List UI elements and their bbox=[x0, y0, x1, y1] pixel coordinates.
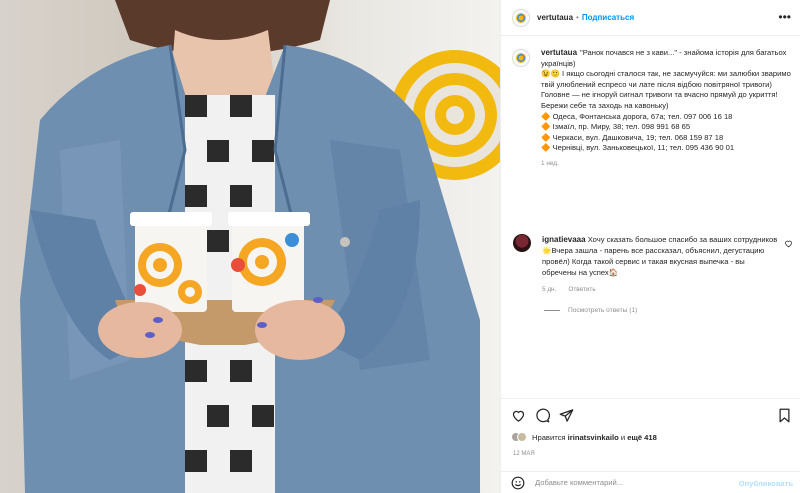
commenter-avatar[interactable] bbox=[513, 234, 531, 252]
comment-item: ignatievaaa Хочу сказать большое спасибо… bbox=[513, 234, 797, 295]
caption-line: Бережи себе та заходь на кавоньку) bbox=[541, 100, 669, 110]
likes-count[interactable]: ещё 418 bbox=[627, 433, 657, 442]
comment-timestamp: 5 дн. bbox=[542, 286, 557, 293]
comment-meta: 5 дн. Ответить bbox=[542, 284, 780, 295]
post-caption: vertutaua "Ранок почався не з кави..." - … bbox=[513, 48, 797, 170]
view-replies-button[interactable]: Посмотреть ответы (1) bbox=[544, 307, 637, 314]
add-comment-bar: Опубликовать bbox=[501, 471, 800, 493]
post-photo-illustration bbox=[20, 0, 500, 493]
liker-avatar bbox=[517, 432, 527, 442]
separator-dot: • bbox=[576, 13, 579, 22]
caption-timestamp: 1 нед. bbox=[541, 159, 559, 167]
post-date: 12 мая bbox=[513, 451, 535, 457]
more-options-icon[interactable]: ••• bbox=[778, 10, 791, 24]
commenter-username[interactable]: ignatievaaa bbox=[542, 235, 586, 244]
caption-line: Головне — не ігноруй сигнал тривоги та в… bbox=[541, 90, 778, 100]
likes-conjunction: и bbox=[620, 432, 626, 442]
author-avatar[interactable] bbox=[513, 9, 529, 26]
post-header: vertutaua • Подписаться ••• bbox=[501, 0, 800, 36]
caption-line: 🔶 Ізмаїл, пр. Миру, 38; тел. 098 991 68 … bbox=[541, 122, 691, 132]
comment-body: ignatievaaa Хочу сказать большое спасибо… bbox=[542, 234, 780, 295]
instagram-post: vertutaua • Подписаться ••• vertutaua "Ра… bbox=[0, 0, 800, 493]
author-username[interactable]: vertutaua bbox=[537, 13, 573, 22]
caption-line: 😉🙂 І якщо сьогодні сталося так, не засму… bbox=[541, 69, 793, 89]
caption-line: "Ранок почався не з кави..." - знайома і… bbox=[541, 48, 789, 68]
share-icon[interactable] bbox=[559, 408, 574, 423]
caption-username[interactable]: vertutaua bbox=[541, 48, 577, 57]
caption-line: 🔶 Черкаси, вул. Дашковича, 19; тел. 068 … bbox=[541, 132, 724, 142]
post-image[interactable] bbox=[0, 0, 500, 493]
post-actions-bar bbox=[501, 398, 800, 433]
follow-button[interactable]: Подписаться bbox=[582, 13, 634, 22]
reply-button[interactable]: Ответить bbox=[568, 286, 595, 293]
view-replies-label: Посмотреть ответы (1) bbox=[568, 307, 638, 314]
caption-line: 🔶 Одеса, Фонтанська дорога, 67а; тел. 09… bbox=[541, 111, 733, 121]
comment-like-heart-icon[interactable] bbox=[784, 239, 793, 248]
post-side-panel: vertutaua • Подписаться ••• vertutaua "Ра… bbox=[500, 0, 800, 493]
likes-summary[interactable]: Нравится irinatsvinkailo и ещё 418 bbox=[511, 432, 657, 442]
likes-prefix: Нравится bbox=[532, 432, 566, 442]
replies-divider bbox=[544, 310, 560, 311]
comment-icon[interactable] bbox=[535, 408, 550, 423]
publish-button[interactable]: Опубликовать bbox=[739, 479, 793, 488]
emoji-icon[interactable] bbox=[511, 476, 525, 490]
add-comment-input[interactable] bbox=[535, 478, 725, 487]
caption-line: 🔶 Чернівці, вул. Заньковецької, 11; тел.… bbox=[541, 143, 735, 153]
caption-text: vertutaua "Ранок почався не з кави..." - … bbox=[541, 48, 791, 170]
caption-avatar[interactable] bbox=[513, 50, 529, 66]
bookmark-icon[interactable] bbox=[777, 408, 792, 423]
heart-icon[interactable] bbox=[511, 408, 526, 423]
liker-username[interactable]: irinatsvinkailo bbox=[568, 433, 619, 442]
